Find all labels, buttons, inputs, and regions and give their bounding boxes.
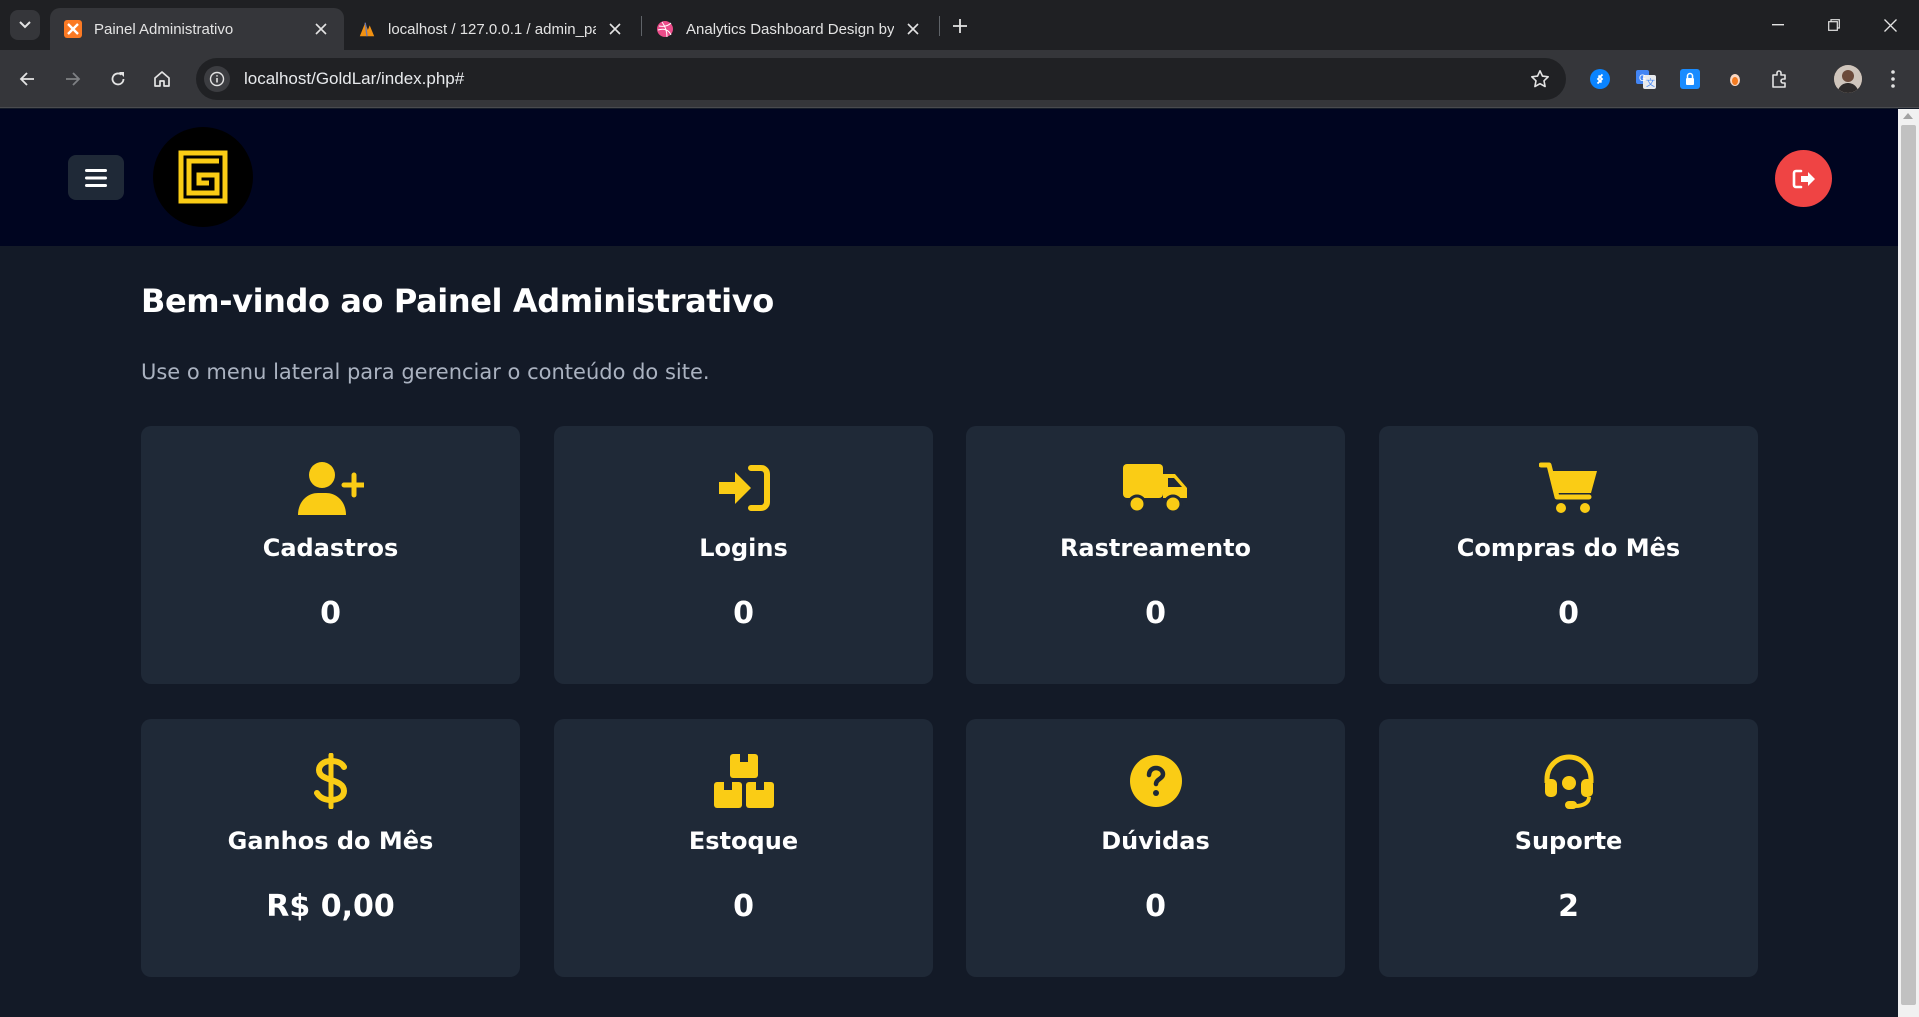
plus-icon	[953, 19, 967, 33]
card-value: 0	[320, 596, 341, 631]
address-bar[interactable]: localhost/GoldLar/index.php#	[196, 58, 1566, 100]
arrow-right-icon	[66, 72, 81, 86]
profile-avatar[interactable]	[1834, 65, 1862, 93]
card-estoque[interactable]: Estoque 0	[554, 719, 933, 977]
card-cadastros[interactable]: Cadastros 0	[141, 426, 520, 684]
page-viewport: Bem-vindo ao Painel Administrativo Use o…	[0, 109, 1898, 1017]
dollar-icon	[141, 751, 520, 811]
card-value: 2	[1558, 889, 1579, 924]
logout-icon	[1792, 169, 1815, 188]
tab-search-button[interactable]	[10, 10, 40, 40]
minimize-button[interactable]	[1750, 0, 1806, 50]
tab-painel-administrativo[interactable]: Painel Administrativo	[50, 8, 344, 50]
page-scrollbar[interactable]	[1898, 109, 1919, 1017]
card-label: Logins	[699, 534, 788, 562]
password-manager-icon[interactable]	[1677, 66, 1703, 92]
shazam-extension-icon[interactable]	[1587, 66, 1613, 92]
restore-button[interactable]	[1806, 0, 1862, 50]
card-value: R$ 0,00	[266, 889, 395, 924]
site-header	[0, 109, 1898, 246]
home-button[interactable]	[146, 63, 178, 95]
card-label: Cadastros	[262, 534, 399, 562]
arrow-left-icon	[19, 72, 34, 86]
tab-title: Painel Administrativo	[94, 20, 234, 38]
minimize-icon	[1772, 24, 1784, 26]
browser-toolbar: localhost/GoldLar/index.php# G文	[0, 50, 1919, 108]
reload-button[interactable]	[102, 63, 134, 95]
page-subtitle: Use o menu lateral para gerenciar o cont…	[141, 360, 710, 384]
chevron-down-icon	[19, 21, 31, 29]
site-logo[interactable]	[153, 127, 253, 227]
scroll-up-arrow-icon[interactable]	[1903, 113, 1913, 119]
card-suporte[interactable]: Suporte 2	[1379, 719, 1758, 977]
card-value: 0	[1558, 596, 1579, 631]
phpmyadmin-icon	[358, 20, 376, 38]
back-button[interactable]	[11, 63, 43, 95]
hamburger-icon	[85, 168, 107, 187]
boxes-icon	[554, 751, 933, 811]
cart-icon	[1379, 458, 1758, 518]
card-label: Rastreamento	[1059, 534, 1252, 562]
card-duvidas[interactable]: Dúvidas 0	[966, 719, 1345, 977]
card-label: Ganhos do Mês	[227, 827, 434, 855]
card-value: 0	[733, 596, 754, 631]
truck-icon	[966, 458, 1345, 518]
tab-separator	[939, 16, 940, 36]
card-value: 0	[1145, 596, 1166, 631]
tab-title: localhost / 127.0.0.1 / admin_pa	[388, 20, 596, 38]
menu-toggle-button[interactable]	[68, 155, 124, 200]
headset-icon	[1379, 751, 1758, 811]
close-window-button[interactable]	[1862, 0, 1918, 50]
close-icon[interactable]	[904, 20, 922, 38]
card-label: Dúvidas	[1101, 827, 1210, 855]
card-logins[interactable]: Logins 0	[554, 426, 933, 684]
tab-dribbble[interactable]: Analytics Dashboard Design by	[642, 8, 936, 50]
user-plus-icon	[141, 458, 520, 518]
card-label: Estoque	[688, 827, 799, 855]
close-icon[interactable]	[312, 20, 330, 38]
goldlar-logo-icon	[178, 150, 228, 204]
forward-button[interactable]	[57, 63, 89, 95]
card-value: 0	[733, 889, 754, 924]
xampp-icon	[64, 20, 82, 38]
card-ganhos-do-mes[interactable]: Ganhos do Mês R$ 0,00	[141, 719, 520, 977]
scrollbar-thumb[interactable]	[1901, 125, 1916, 1005]
card-label: Suporte	[1514, 827, 1623, 855]
dribbble-icon	[656, 20, 674, 38]
question-circle-icon	[966, 751, 1345, 811]
sign-in-icon	[554, 458, 933, 518]
card-label: Compras do Mês	[1456, 534, 1681, 562]
page-title: Bem-vindo ao Painel Administrativo	[141, 282, 774, 320]
extensions-puzzle-icon[interactable]	[1767, 66, 1793, 92]
url-text[interactable]: localhost/GoldLar/index.php#	[244, 69, 1524, 89]
card-compras-do-mes[interactable]: Compras do Mês 0	[1379, 426, 1758, 684]
browser-tabstrip: Painel Administrativo localhost / 127.0.…	[0, 0, 1919, 50]
svg-text:G: G	[1639, 73, 1646, 83]
card-rastreamento[interactable]: Rastreamento 0	[966, 426, 1345, 684]
tab-phpmyadmin[interactable]: localhost / 127.0.0.1 / admin_pa	[344, 8, 638, 50]
card-value: 0	[1145, 889, 1166, 924]
extension-orange-icon[interactable]	[1722, 66, 1748, 92]
kebab-menu-icon[interactable]	[1880, 66, 1906, 92]
home-icon	[154, 71, 170, 87]
restore-icon	[1828, 19, 1840, 31]
close-icon	[1883, 18, 1897, 32]
new-tab-button[interactable]	[946, 12, 974, 40]
tab-title: Analytics Dashboard Design by	[686, 20, 894, 38]
reload-icon	[111, 72, 125, 86]
bookmark-star-icon[interactable]	[1524, 63, 1556, 95]
close-icon[interactable]	[606, 20, 624, 38]
google-translate-icon[interactable]: G文	[1633, 66, 1659, 92]
svg-text:文: 文	[1646, 77, 1655, 88]
logout-button[interactable]	[1775, 150, 1832, 207]
site-info-icon[interactable]	[204, 66, 230, 92]
